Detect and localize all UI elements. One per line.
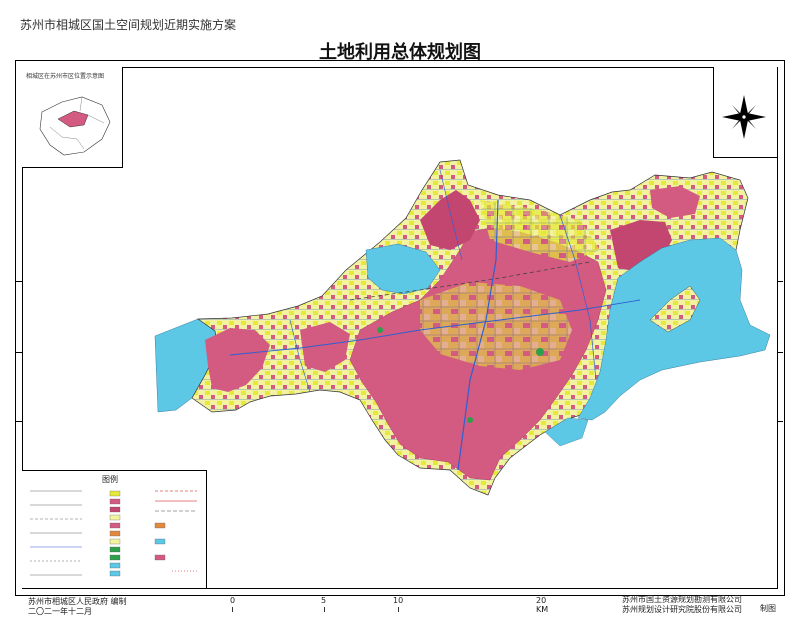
footer-right-tag: 制图 bbox=[760, 604, 776, 613]
inset-map bbox=[39, 96, 111, 156]
legend-swatch-icons bbox=[30, 490, 197, 577]
scale-bar: 0 5 10 20 KM bbox=[230, 596, 560, 616]
footer-left-line2: 二〇二一年十二月 bbox=[28, 607, 92, 616]
green-patch-3 bbox=[377, 327, 383, 333]
footer-right-line1: 苏州市国土资源规划勘测有限公司 bbox=[622, 595, 742, 604]
green-patch-2 bbox=[467, 417, 473, 423]
scale-label-10: 10 bbox=[393, 596, 404, 605]
scale-label-5: 5 bbox=[321, 596, 327, 605]
scale-label-0: 0 bbox=[230, 596, 236, 605]
scale-tick-5 bbox=[324, 607, 325, 612]
scale-tick-20 bbox=[542, 607, 543, 612]
legend: 图例 bbox=[22, 470, 207, 588]
footer-left-line1: 苏州市相城区人民政府 编制 bbox=[28, 597, 127, 606]
green-patch-1 bbox=[536, 348, 544, 356]
north-arrow-icon bbox=[722, 95, 766, 139]
scale-tick-0 bbox=[232, 607, 233, 612]
scale-label-20km: 20 KM bbox=[536, 596, 548, 614]
compass-box bbox=[713, 67, 777, 158]
scale-tick-10 bbox=[398, 607, 399, 612]
footer-right-line2: 苏州规划设计研究院股份有限公司 bbox=[622, 605, 742, 614]
location-inset: 相城区在苏州市区位置示意图 bbox=[22, 67, 123, 168]
footer-left: 苏州市相城区人民政府 编制 二〇二一年十二月 bbox=[28, 597, 127, 617]
footer-right: 苏州市国土资源规划勘测有限公司 苏州规划设计研究院股份有限公司 bbox=[622, 595, 742, 615]
